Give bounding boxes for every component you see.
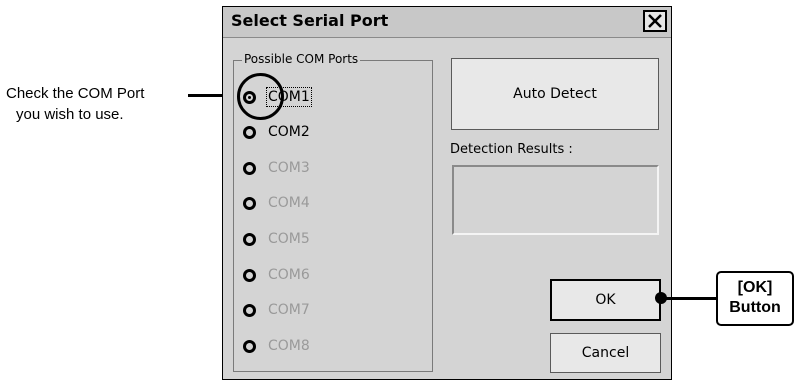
radio-com4[interactable]: COM4	[243, 192, 310, 214]
radio-button[interactable]	[243, 161, 256, 175]
detection-results-box	[452, 165, 659, 235]
radio-label: COM4	[268, 195, 310, 211]
auto-detect-button[interactable]: Auto Detect	[451, 58, 659, 130]
radio-label: COM6	[268, 267, 310, 283]
callout-line-1: Check the COM Port	[6, 85, 145, 102]
radio-com2[interactable]: COM2	[243, 121, 310, 143]
ok-button[interactable]: OK	[550, 279, 661, 321]
callout-line-2: Button	[729, 299, 781, 316]
select-serial-port-dialog: Select Serial Port Possible COM Ports CO…	[222, 6, 672, 380]
radio-label: COM8	[268, 338, 310, 354]
close-icon	[648, 14, 662, 28]
radio-button[interactable]	[243, 339, 256, 353]
radio-button[interactable]	[243, 232, 256, 246]
radio-com5[interactable]: COM5	[243, 228, 310, 250]
group-legend: Possible COM Ports	[242, 52, 361, 66]
radio-button[interactable]	[243, 268, 256, 282]
radio-com6[interactable]: COM6	[243, 264, 310, 286]
radio-button[interactable]	[243, 196, 256, 210]
callout-check-com-port: Check the COM Port you wish to use.	[6, 83, 188, 125]
radio-com8[interactable]: COM8	[243, 335, 310, 357]
radio-label: COM3	[268, 160, 310, 176]
radio-label: COM2	[268, 124, 310, 140]
radio-button[interactable]	[243, 125, 256, 139]
radio-button-checked[interactable]	[243, 90, 256, 104]
detection-results-label: Detection Results :	[450, 142, 573, 157]
radio-label: COM5	[268, 231, 310, 247]
radio-button[interactable]	[243, 303, 256, 317]
cancel-button[interactable]: Cancel	[550, 333, 661, 373]
callout-pointer-line-right	[660, 297, 718, 300]
callout-line-1: [OK]	[737, 279, 773, 296]
radio-label: COM7	[268, 302, 310, 318]
callout-line-2: you wish to use.	[16, 106, 124, 123]
close-button[interactable]	[643, 10, 667, 32]
callout-pointer-dot	[655, 292, 667, 304]
title-bar: Select Serial Port	[223, 7, 671, 38]
dialog-title: Select Serial Port	[231, 11, 389, 30]
radio-label: COM1	[266, 87, 312, 107]
radio-com7[interactable]: COM7	[243, 299, 310, 321]
callout-ok-button: [OK] Button	[716, 271, 794, 326]
radio-com1[interactable]: COM1	[243, 86, 312, 108]
radio-com3[interactable]: COM3	[243, 157, 310, 179]
